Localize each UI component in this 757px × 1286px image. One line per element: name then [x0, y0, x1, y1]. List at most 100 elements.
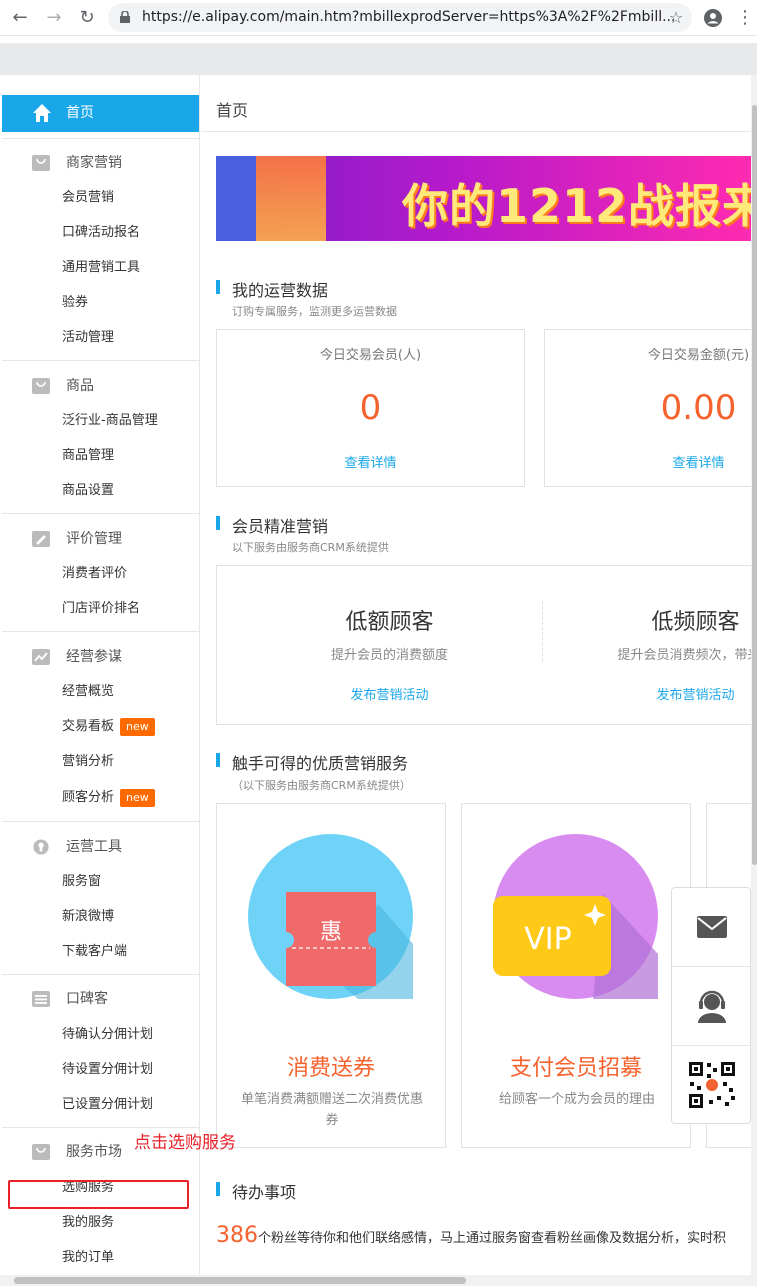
sidebar-item[interactable]: 服务窗 [62, 870, 101, 894]
publish-campaign-link[interactable]: 发布营销活动 [237, 684, 542, 703]
bag-icon [32, 1144, 50, 1160]
address-bar[interactable]: https://e.alipay.com/main.htm?mbillexpro… [108, 3, 692, 32]
divider [2, 821, 199, 822]
sidebar-item[interactable]: 待确认分佣计划 [62, 1023, 153, 1047]
sidebar-group-reviews[interactable]: 评价管理 [2, 524, 199, 554]
sidebar-item[interactable]: 已设置分佣计划 [62, 1093, 153, 1117]
annotation-text: 点击选购服务 [134, 1133, 236, 1153]
stat-value: 0 [359, 388, 382, 428]
page-title: 首页 [216, 101, 249, 120]
url-text: https://e.alipay.com/main.htm?mbillexpro… [142, 9, 676, 25]
scrollbar-thumb[interactable] [752, 105, 757, 865]
message-button[interactable] [672, 888, 752, 967]
divider [2, 138, 199, 139]
vip-card-icon: VIP [493, 894, 658, 999]
bag-icon [32, 155, 50, 171]
section-subtitle: 订购专属服务，监测更多运营数据 [232, 305, 397, 318]
sidebar-item[interactable]: 我的服务 [62, 1211, 114, 1235]
section-title-ops: 我的运营数据 [216, 277, 328, 301]
sidebar-item[interactable]: 顾客分析 new [62, 786, 155, 810]
menu-dots-icon[interactable]: ⋮ [733, 6, 757, 30]
list-icon [32, 991, 50, 1007]
promo-banner[interactable]: 你的1212战报来 [216, 156, 751, 241]
crm-panel: 低额顾客 提升会员的消费额度 发布营销活动 低频顾客 提升会员消费频次，带来更 … [216, 565, 751, 725]
coupon-glyph: 惠 [320, 920, 342, 945]
service-card-coupon[interactable]: 惠 消费送券 单笔消费满额赠送二次消费优惠券 [216, 803, 446, 1148]
divider [2, 513, 199, 514]
mail-icon [697, 916, 727, 938]
new-badge: new [120, 788, 155, 807]
banner-text: 你的1212战报来 [402, 179, 751, 233]
horizontal-scrollbar[interactable] [0, 1275, 757, 1286]
sidebar-item-home[interactable]: 首页 [2, 95, 199, 132]
sidebar-item[interactable]: 交易看板 new [62, 715, 155, 739]
sidebar: 首页 商家营销 会员营销 口碑活动报名 通用营销工具 验券 活动管理 商品 泛行… [2, 75, 200, 1275]
sidebar-item[interactable]: 营销分析 [62, 750, 114, 774]
customer-service-button[interactable] [672, 967, 752, 1046]
back-arrow-icon[interactable]: ← [8, 6, 32, 30]
header-band [0, 43, 757, 75]
crm-card-low-frequency: 低频顾客 提升会员消费频次，带来更 发布营销活动 [543, 566, 751, 726]
vip-glyph: VIP [524, 922, 571, 957]
banner-graphic [216, 156, 256, 241]
sidebar-item[interactable]: 商品管理 [62, 444, 114, 468]
scrollbar-thumb[interactable] [14, 1277, 466, 1284]
stat-card-amount: 今日交易金额(元) 0.00 查看详情 [544, 329, 751, 487]
sidebar-item[interactable]: 通用营销工具 [62, 256, 140, 280]
sidebar-item[interactable]: 会员营销 [62, 186, 114, 210]
stat-card-members: 今日交易会员(人) 0 查看详情 [216, 329, 525, 487]
account-icon[interactable] [701, 6, 725, 30]
sidebar-item[interactable]: 下载客户端 [62, 940, 127, 964]
sidebar-item[interactable]: 泛行业-商品管理 [62, 409, 158, 433]
crm-title: 低额顾客 [345, 610, 434, 635]
service-card-vip[interactable]: VIP 支付会员招募 给顾客一个成为会员的理由 [461, 803, 691, 1148]
sidebar-group-ops-tools[interactable]: 运营工具 [2, 832, 199, 862]
service-title: 消费送券 [286, 1056, 375, 1081]
qr-code-button[interactable] [672, 1046, 752, 1125]
section-subtitle: （以下服务由服务商CRM系统提供） [232, 779, 411, 792]
new-badge: new [120, 717, 155, 736]
floating-toolbar [671, 887, 752, 1125]
fans-count: 386 [216, 1223, 258, 1248]
section-title-services: 触手可得的优质营销服务 [216, 750, 408, 774]
crm-desc: 提升会员消费频次，带来更 [617, 648, 751, 663]
crm-card-low-amount: 低额顾客 提升会员的消费额度 发布营销活动 [237, 566, 542, 726]
qr-code-icon [687, 1060, 737, 1110]
ticket-icon: 惠 [286, 892, 413, 999]
sidebar-item[interactable]: 口碑活动报名 [62, 221, 140, 245]
sidebar-item[interactable]: 商品设置 [62, 479, 114, 503]
view-details-link[interactable]: 查看详情 [217, 452, 524, 471]
sidebar-item[interactable]: 验券 [62, 291, 88, 315]
sidebar-item[interactable]: 门店评价排名 [62, 597, 140, 621]
sidebar-item-label: 首页 [66, 105, 94, 121]
crm-desc: 提升会员的消费额度 [330, 648, 448, 663]
sidebar-group-business[interactable]: 经营参谋 [2, 642, 199, 672]
sidebar-item[interactable]: 待设置分佣计划 [62, 1058, 153, 1082]
sidebar-item[interactable]: 活动管理 [62, 326, 114, 350]
section-title-todo: 待办事项 [216, 1179, 296, 1203]
bookmark-star-icon[interactable]: ☆ [664, 6, 688, 30]
divider [2, 360, 199, 361]
view-details-link[interactable]: 查看详情 [545, 452, 751, 471]
annotation-highlight-box [8, 1180, 189, 1209]
reload-icon[interactable]: ↻ [75, 6, 99, 30]
main-content: 首页 你的1212战报来 我的运营数据 订购专属服务，监测更多运营数据 今日交易… [201, 75, 751, 1275]
sidebar-group-koubei[interactable]: 口碑客 [2, 984, 199, 1014]
stat-value: 0.00 [660, 388, 737, 428]
lock-icon [120, 11, 130, 23]
edit-icon [32, 531, 50, 547]
sidebar-item[interactable]: 经营概览 [62, 680, 114, 704]
publish-campaign-link[interactable]: 发布营销活动 [543, 684, 751, 703]
coupon-illustration: 惠 [248, 834, 413, 999]
divider [2, 974, 199, 975]
service-desc: 单笔消费满额赠送二次消费优惠券 [240, 1092, 423, 1128]
sidebar-group-goods[interactable]: 商品 [2, 371, 199, 401]
vertical-scrollbar[interactable] [751, 75, 757, 1275]
sidebar-item[interactable]: 我的订单 [62, 1246, 114, 1270]
sidebar-item[interactable]: 消费者评价 [62, 562, 127, 586]
browser-toolbar: ← → ↻ https://e.alipay.com/main.htm?mbil… [0, 0, 757, 36]
sidebar-item[interactable]: 新浪微博 [62, 905, 114, 929]
forward-arrow-icon[interactable]: → [42, 6, 66, 30]
sidebar-group-marketing[interactable]: 商家营销 [2, 148, 199, 178]
todo-item[interactable]: 386个粉丝等待你和他们联络感情，马上通过服务窗查看粉丝画像及数据分析，实时积 [216, 1223, 726, 1248]
